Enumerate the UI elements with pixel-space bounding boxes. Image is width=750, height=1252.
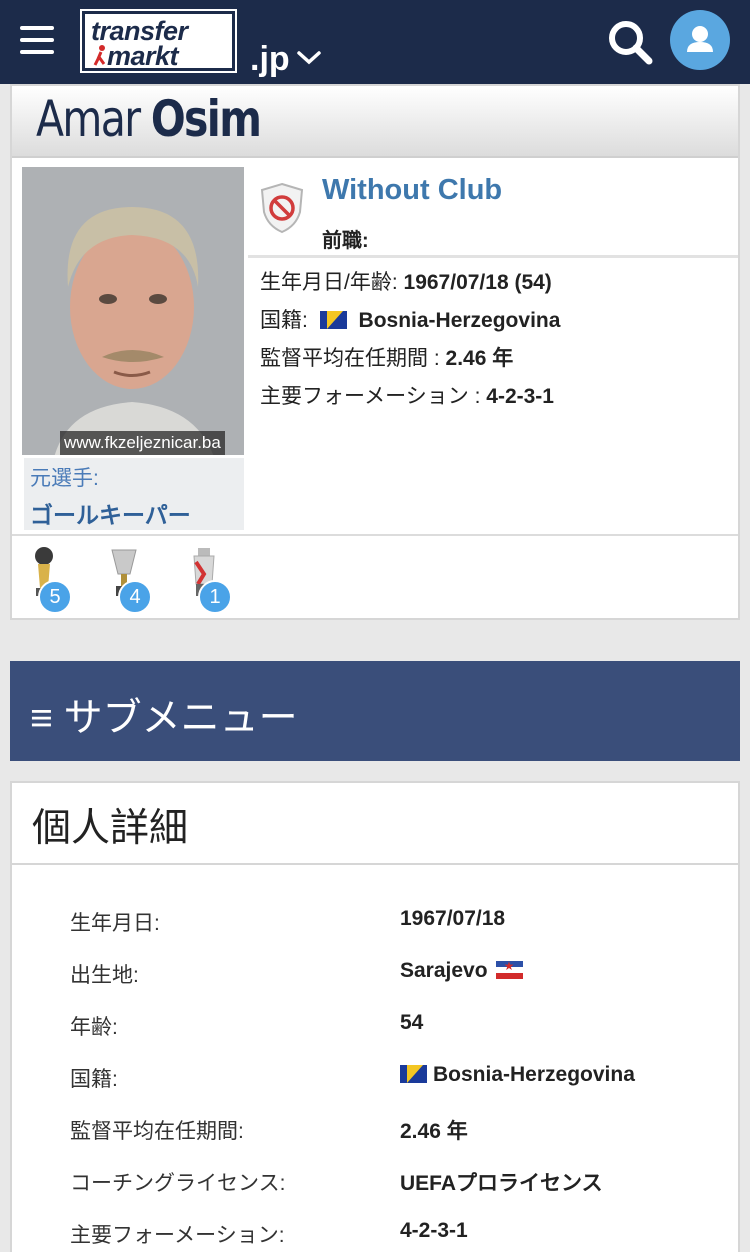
- detail-label: 年齢:: [70, 1016, 118, 1039]
- detail-row-birthdate: 生年月日: 1967/07/18: [70, 907, 710, 947]
- fact-formation: 主要フォーメーション : 4-2-3-1: [260, 380, 738, 418]
- bosnia-flag-icon: [319, 311, 347, 329]
- detail-row-formation: 主要フォーメーション: 4-2-3-1: [70, 1219, 710, 1252]
- transfermarkt-logo[interactable]: transfer markt: [80, 9, 237, 73]
- club-info: Without Club 前職:: [248, 168, 738, 258]
- search-icon[interactable]: [606, 18, 654, 66]
- detail-value: UEFAプロライセンス: [400, 1172, 603, 1195]
- photo-credit: www.fkzeljeznicar.ba: [60, 431, 225, 455]
- detail-row-license: コーチングライセンス: UEFAプロライセンス: [70, 1167, 710, 1207]
- detail-row-tenure: 監督平均在任期間: 2.46 年: [70, 1115, 710, 1155]
- fact-tenure: 監督平均在任期間 : 2.46 年: [260, 342, 738, 380]
- yugoslavia-flag-icon: [495, 959, 523, 979]
- fact-formation-label: 主要フォーメーション :: [260, 385, 481, 408]
- league-trophy-item[interactable]: 5: [26, 544, 86, 614]
- former-label: 元選手:: [30, 467, 99, 490]
- fact-nationality-value[interactable]: Bosnia-Herzegovina: [359, 309, 561, 332]
- first-name: Amar: [36, 90, 141, 148]
- submenu-button[interactable]: ≡ サブメニュー: [10, 661, 740, 761]
- detail-label: コーチングライセンス:: [70, 1172, 286, 1195]
- club-name-link[interactable]: Without Club: [322, 174, 502, 207]
- fact-birth-value: 1967/07/18 (54): [403, 271, 552, 294]
- detail-label: 国籍:: [70, 1068, 118, 1091]
- detail-row-nationality: 国籍: Bosnia-Herzegovina: [70, 1063, 710, 1103]
- domain-selector-label[interactable]: .jp: [250, 40, 290, 79]
- detail-label: 主要フォーメーション:: [70, 1224, 285, 1247]
- detail-value: 1967/07/18: [400, 907, 506, 930]
- fact-nationality: 国籍: Bosnia-Herzegovina: [260, 304, 738, 342]
- no-club-shield-icon: [260, 182, 304, 234]
- detail-value-wrap: Sarajevo: [400, 959, 523, 983]
- former-position-link[interactable]: ゴールキーパー: [30, 496, 238, 530]
- detail-label: 生年月日:: [70, 912, 160, 935]
- logo-player-icon: [93, 45, 106, 66]
- cup-trophy-item[interactable]: 4: [106, 544, 166, 614]
- portrait-image: [22, 167, 244, 455]
- fact-nationality-label: 国籍:: [260, 309, 308, 332]
- profile-card: Amar Osim www.fkzeljeznicar.ba 元選手: ゴールキ…: [10, 84, 740, 620]
- super-cup-trophy-item[interactable]: 1: [186, 544, 246, 614]
- fact-formation-value: 4-2-3-1: [486, 385, 554, 408]
- fact-tenure-label: 監督平均在任期間 :: [260, 347, 440, 370]
- previous-job-label: 前職:: [322, 230, 369, 252]
- detail-value: Sarajevo: [400, 959, 488, 982]
- detail-row-age: 年齢: 54: [70, 1011, 710, 1051]
- fact-birth-label: 生年月日/年齢:: [260, 271, 398, 294]
- detail-row-birthplace: 出生地: Sarajevo: [70, 959, 710, 999]
- menu-icon[interactable]: [20, 26, 54, 56]
- trophy-count-badge: 1: [198, 580, 232, 614]
- user-account-button[interactable]: [670, 10, 730, 70]
- trophy-count-badge: 5: [38, 580, 72, 614]
- detail-value-wrap: Bosnia-Herzegovina: [400, 1063, 635, 1087]
- player-name-bar: Amar Osim: [12, 86, 738, 158]
- personal-details-card: 個人詳細 生年月日: 1967/07/18 出生地: Sarajevo 年齢: …: [10, 781, 740, 1252]
- detail-label: 出生地:: [70, 964, 139, 987]
- fact-tenure-value: 2.46 年: [445, 347, 514, 370]
- page-title: Amar Osim: [36, 90, 262, 148]
- trophy-list: 5 4 1: [12, 534, 738, 618]
- detail-value[interactable]: Bosnia-Herzegovina: [433, 1063, 635, 1086]
- fact-birth: 生年月日/年齢: 1967/07/18 (54): [260, 266, 738, 304]
- detail-value: 54: [400, 1011, 424, 1034]
- bosnia-flag-icon: [400, 1065, 427, 1083]
- section-title: 個人詳細: [12, 783, 738, 865]
- logo-text-bottom: markt: [107, 41, 179, 71]
- quick-facts: 生年月日/年齢: 1967/07/18 (54) 国籍: Bosnia-Herz…: [260, 266, 738, 418]
- detail-value: 2.46 年: [400, 1120, 468, 1143]
- chevron-down-icon[interactable]: [296, 50, 322, 66]
- profile-photo: www.fkzeljeznicar.ba: [22, 167, 244, 455]
- detail-value: 4-2-3-1: [400, 1219, 468, 1242]
- user-icon: [687, 26, 713, 52]
- top-navigation-bar: transfer markt .jp: [0, 0, 750, 84]
- former-player-box: 元選手: ゴールキーパー: [24, 458, 244, 530]
- trophy-count-badge: 4: [118, 580, 152, 614]
- detail-label: 監督平均在任期間:: [70, 1120, 244, 1143]
- last-name: Osim: [150, 90, 262, 148]
